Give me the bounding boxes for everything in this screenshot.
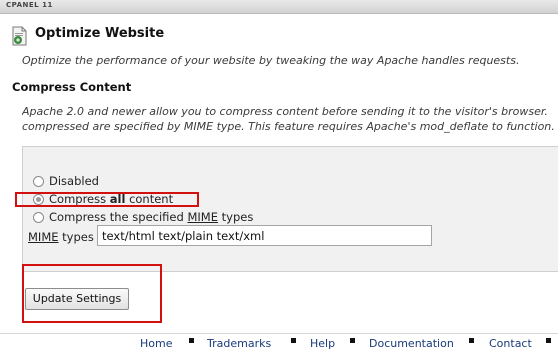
compress-settings-panel (22, 146, 558, 272)
footer-link-trademarks[interactable]: Trademarks (207, 337, 271, 350)
footer-separator (291, 338, 296, 343)
mime-types-label: MIME types (28, 230, 94, 244)
document-gear-icon (12, 26, 27, 46)
description-line-2: compressed are specified by MIME type. T… (22, 120, 555, 133)
description-line-1: Apache 2.0 and newer allow you to compre… (22, 105, 548, 118)
highlight-compress-all (15, 192, 199, 207)
mime-types-input[interactable] (97, 225, 432, 246)
highlight-update-button (22, 264, 162, 323)
footer-separator (350, 338, 355, 343)
option-disabled-label: Disabled (49, 174, 99, 188)
compress-content-heading: Compress Content (12, 80, 132, 94)
compress-description: Apache 2.0 and newer allow you to compre… (22, 104, 558, 134)
footer-link-home[interactable]: Home (140, 337, 172, 350)
cpanel-version-label: CPANEL 11 (6, 1, 53, 9)
option-compress-specified[interactable]: Compress the specified MIME types (33, 210, 253, 224)
top-bar: CPANEL 11 (0, 0, 558, 14)
option-disabled[interactable]: Disabled (33, 174, 99, 188)
radio-disabled[interactable] (33, 175, 44, 187)
footer-link-help[interactable]: Help (310, 337, 335, 350)
option-compress-specified-label: Compress the specified MIME types (49, 210, 254, 224)
footer-nav: Home Trademarks Help Documentation Conta… (0, 333, 558, 350)
footer-separator (189, 338, 194, 343)
footer-separator (469, 338, 474, 343)
radio-compress-specified[interactable] (33, 211, 44, 223)
footer-separator (546, 338, 551, 343)
footer-link-contact[interactable]: Contact (489, 337, 532, 350)
footer-link-documentation[interactable]: Documentation (369, 337, 454, 350)
page-subtitle: Optimize the performance of your website… (22, 54, 520, 67)
page-title: Optimize Website (35, 26, 165, 41)
